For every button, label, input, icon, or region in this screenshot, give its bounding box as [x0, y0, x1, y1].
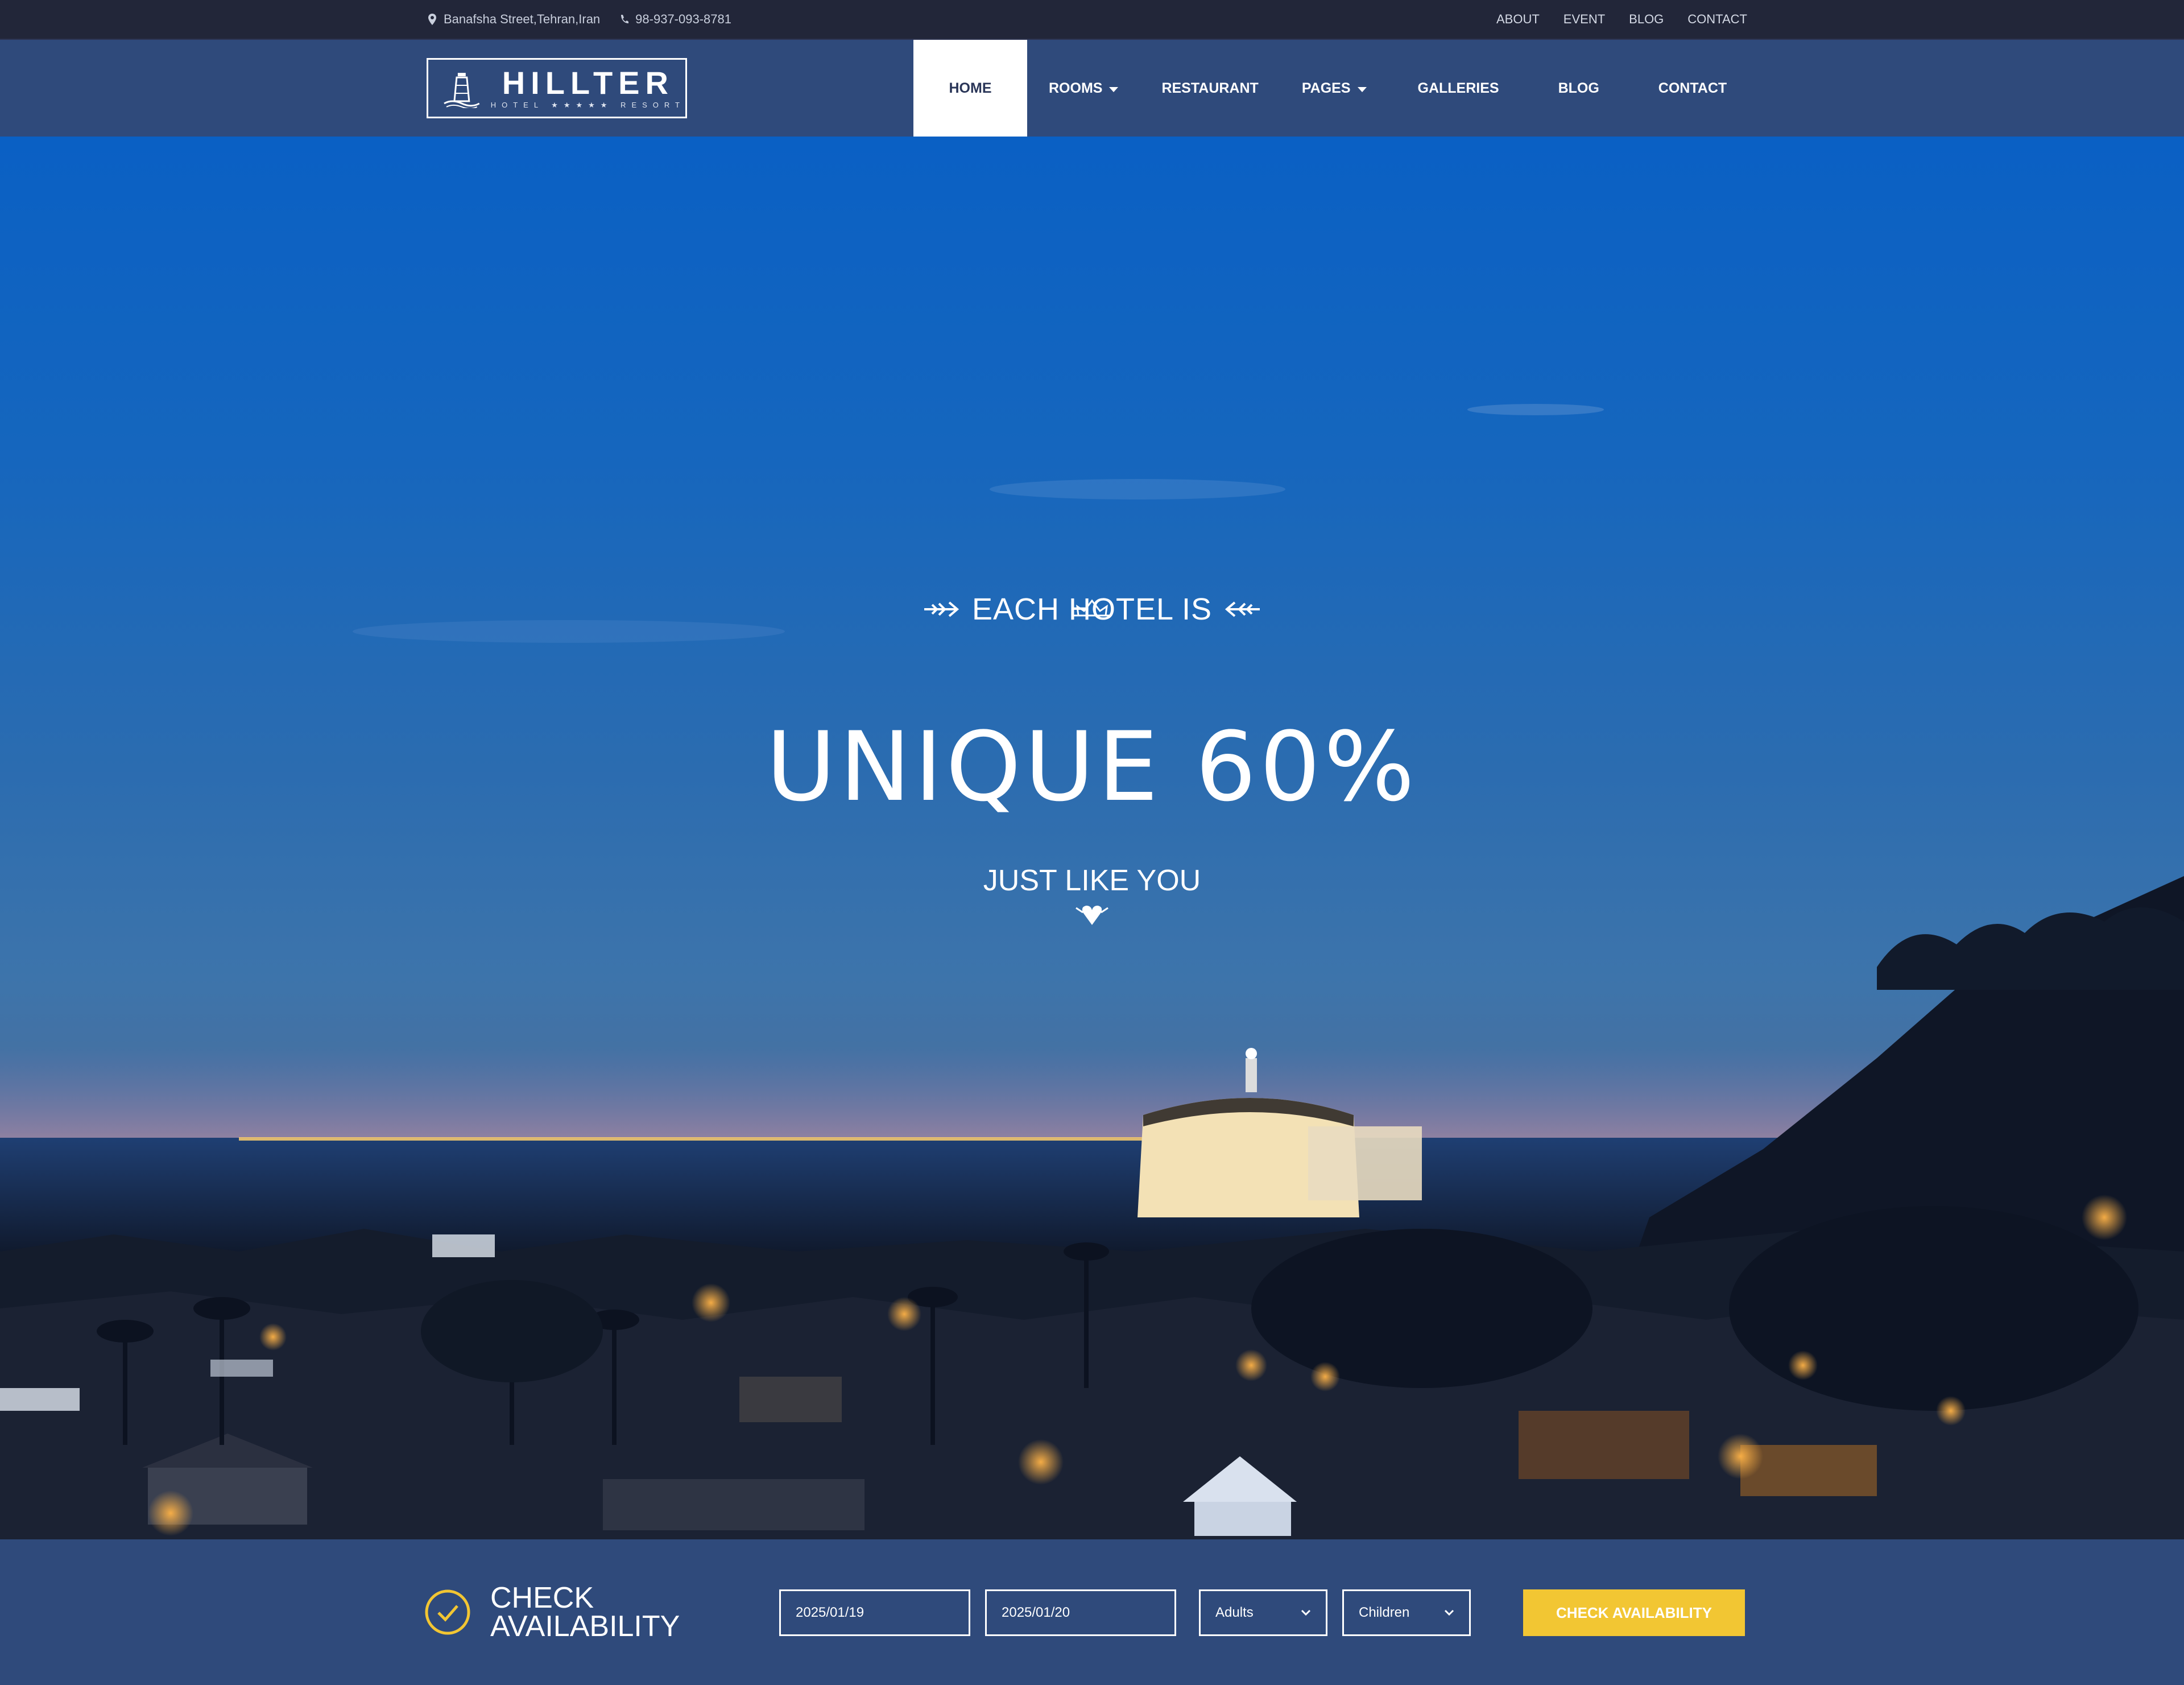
caret-down-icon: [1109, 86, 1119, 92]
address-text: Banafsha Street,Tehran,Iran: [444, 12, 601, 26]
hero-headline: UNIQUE 60%: [766, 711, 1418, 823]
booking-bar: CHECK AVAILABILITY 2025/01/19 2025/01/20…: [0, 1539, 2184, 1685]
toplink-blog[interactable]: BLOG: [1629, 12, 1664, 27]
adults-select[interactable]: Adults: [1199, 1589, 1327, 1636]
logo-tagline: HOTEL ★★★★★ RESORT: [490, 101, 685, 109]
nav-item-contact[interactable]: CONTACT: [1629, 40, 1756, 137]
address-item: Banafsha Street,Tehran,Iran: [428, 12, 600, 27]
adults-select-value: Adults: [1215, 1605, 1254, 1620]
nav-label: BLOG: [1558, 80, 1599, 96]
departure-date-input[interactable]: 2025/01/20: [985, 1589, 1176, 1636]
phone-text: 98-937-093-8781: [635, 12, 731, 26]
nav-item-rooms[interactable]: ROOMS: [1027, 40, 1140, 137]
nav-item-blog[interactable]: BLOG: [1529, 40, 1629, 137]
left-flourish-icon: [924, 601, 959, 617]
caret-down-icon: [1357, 86, 1367, 92]
nav-label: ROOMS: [1049, 80, 1103, 96]
check-availability-heading: CHECK AVAILABILITY: [424, 1581, 680, 1643]
lighthouse-logo-icon: [444, 73, 480, 108]
nav-label: RESTAURANT: [1161, 80, 1259, 96]
chevron-down-icon: [1301, 1609, 1311, 1616]
arrival-date-input[interactable]: 2025/01/19: [779, 1589, 970, 1636]
top-links: ABOUT EVENT BLOG CONTACT: [1496, 0, 1747, 39]
site-logo[interactable]: HILLTER HOTEL ★★★★★ RESORT: [427, 58, 687, 118]
nav-label: HOME: [949, 80, 992, 96]
departure-date-value: 2025/01/20: [1002, 1605, 1070, 1620]
primary-menu: HOME ROOMS RESTAURANT PAGES GALLERIES BL…: [913, 40, 1756, 137]
nav-label: PAGES: [1301, 80, 1351, 96]
children-select-value: Children: [1359, 1605, 1410, 1620]
toplink-contact[interactable]: CONTACT: [1687, 12, 1747, 27]
nav-item-galleries[interactable]: GALLERIES: [1388, 40, 1529, 137]
arrival-date-value: 2025/01/19: [796, 1605, 864, 1620]
check-title-line2: AVAILABILITY: [490, 1610, 680, 1643]
right-flourish-icon: [1225, 601, 1260, 617]
nav-label: GALLERIES: [1417, 80, 1499, 96]
check-title-line1: CHECK: [490, 1581, 594, 1614]
top-bar: Banafsha Street,Tehran,Iran 98-937-093-8…: [0, 0, 2184, 40]
main-navigation: HILLTER HOTEL ★★★★★ RESORT HOME ROOMS RE…: [0, 40, 2184, 137]
hero-tagline: JUST LIKE YOU: [983, 864, 1201, 897]
logo-brand: HILLTER: [502, 65, 674, 101]
toplink-event[interactable]: EVENT: [1563, 12, 1605, 27]
toplink-about[interactable]: ABOUT: [1496, 12, 1540, 27]
check-availability-button[interactable]: CHECK AVAILABILITY: [1523, 1589, 1745, 1636]
chevron-down-icon: [1444, 1609, 1454, 1616]
phone-icon: [621, 15, 629, 23]
nav-item-pages[interactable]: PAGES: [1280, 40, 1388, 137]
hero-eyebrow: EACH HOTEL IS: [971, 592, 1213, 626]
nav-item-home[interactable]: HOME: [913, 40, 1027, 137]
map-pin-icon: [428, 14, 436, 25]
contact-info: Banafsha Street,Tehran,Iran 98-937-093-8…: [428, 0, 731, 39]
children-select[interactable]: Children: [1342, 1589, 1471, 1636]
phone-item: 98-937-093-8781: [619, 12, 731, 27]
check-circle-icon: [425, 1589, 470, 1635]
night-town-background-image: [0, 404, 2184, 1539]
heart-ornament-icon: [1076, 906, 1108, 925]
nav-label: CONTACT: [1658, 80, 1727, 96]
hero-slider: EACH HOTEL IS UNIQUE 60% JUST LIKE YOU: [0, 137, 2184, 1539]
nav-item-restaurant[interactable]: RESTAURANT: [1140, 40, 1280, 137]
